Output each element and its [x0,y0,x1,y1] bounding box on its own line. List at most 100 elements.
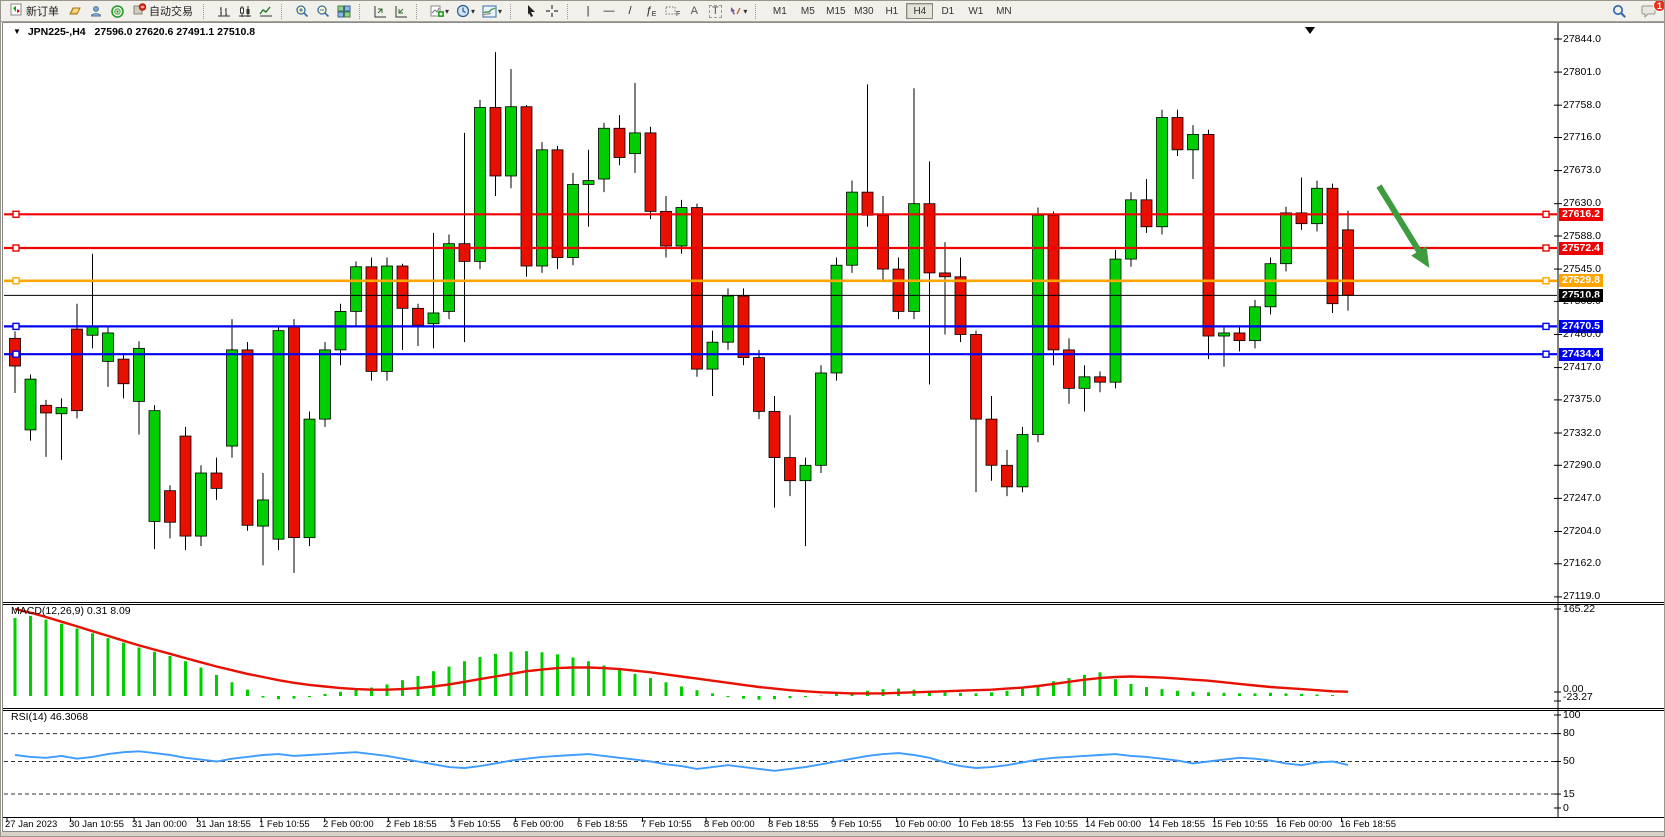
time-axis-label[interactable]: 27 Jan 2023 [5,819,57,830]
candle-bull[interactable] [816,373,827,465]
candle-bull[interactable] [1250,307,1261,341]
time-axis-label[interactable]: 31 Jan 00:00 [132,819,187,830]
candle-bear[interactable] [118,359,129,384]
candle-bull[interactable] [428,313,439,324]
candle-bear[interactable] [366,267,377,372]
candle-bull[interactable] [630,133,641,154]
candle-bull[interactable] [320,350,331,419]
candle-bull[interactable] [1017,435,1028,487]
candle-bear[interactable] [692,208,703,370]
candle-bear[interactable] [645,133,656,211]
time-axis-label[interactable]: 9 Feb 10:55 [831,819,882,830]
candle-bull[interactable] [25,379,36,430]
candle-bear[interactable] [754,358,765,412]
candle-bear[interactable] [1343,230,1354,295]
candle-bear[interactable] [940,273,951,277]
candle-bull[interactable] [599,128,610,179]
candle-bear[interactable] [1064,350,1075,388]
line-handle[interactable] [13,211,19,217]
line-handle[interactable] [13,245,19,251]
candle-bull[interactable] [351,267,362,312]
candle-bull[interactable] [1265,264,1276,307]
candle-bull[interactable] [1110,259,1121,382]
candle-bull[interactable] [1079,377,1090,389]
candle-bull[interactable] [56,408,67,414]
time-axis-label[interactable]: 16 Feb 00:00 [1276,819,1332,830]
price-tag-level[interactable]: 27434.4 [1559,348,1603,361]
time-axis-label[interactable]: 10 Feb 18:55 [958,819,1014,830]
candle-bear[interactable] [459,244,470,262]
candle-bear[interactable] [1234,333,1245,341]
candle-bull[interactable] [583,181,594,185]
candle-bear[interactable] [1002,465,1013,487]
candle-bear[interactable] [986,419,997,465]
candle-bear[interactable] [211,473,222,488]
candle-bull[interactable] [335,311,346,349]
candle-bull[interactable] [1312,188,1323,223]
candle-bull[interactable] [800,465,811,480]
candle-bear[interactable] [289,326,300,538]
candle-bear[interactable] [490,107,501,175]
candle-bull[interactable] [723,296,734,342]
candle-bear[interactable] [413,308,424,325]
time-axis-label[interactable]: 8 Feb 00:00 [704,819,755,830]
annotation-arrow[interactable] [1379,186,1422,256]
candle-bear[interactable] [41,405,52,413]
candle-bull[interactable] [707,342,718,369]
candle-bull[interactable] [475,107,486,261]
candle-bear[interactable] [1203,134,1214,336]
line-handle[interactable] [1543,278,1549,284]
line-handle[interactable] [1543,323,1549,329]
price-tag-level[interactable]: 27572.4 [1559,242,1603,255]
time-axis-label[interactable]: 6 Feb 00:00 [513,819,564,830]
candle-bear[interactable] [862,192,873,215]
time-axis-label[interactable]: 14 Feb 00:00 [1085,819,1141,830]
candle-bear[interactable] [1048,215,1059,350]
candle-bear[interactable] [893,269,904,311]
time-axis-label[interactable]: 2 Feb 00:00 [323,819,374,830]
candle-bear[interactable] [614,128,625,157]
candle-bear[interactable] [1327,188,1338,303]
time-axis-label[interactable]: 1 Feb 10:55 [259,819,310,830]
time-axis-label[interactable]: 30 Jan 10:55 [69,819,124,830]
time-axis-label[interactable]: 14 Feb 18:55 [1149,819,1205,830]
candle-bear[interactable] [785,458,796,481]
candle-bear[interactable] [242,350,253,525]
candle-bear[interactable] [165,491,176,523]
line-handle[interactable] [1543,245,1549,251]
candle-bull[interactable] [444,244,455,312]
candle-bear[interactable] [661,211,672,246]
time-axis-label[interactable]: 15 Feb 10:55 [1212,819,1268,830]
candle-bull[interactable] [258,500,269,526]
candlestick-chart[interactable] [1,1,1665,837]
candle-bull[interactable] [149,411,160,522]
line-handle[interactable] [13,351,19,357]
candle-bear[interactable] [1095,377,1106,382]
candle-bear[interactable] [971,334,982,419]
candle-bear[interactable] [397,266,408,308]
candle-bull[interactable] [196,473,207,536]
candle-bull[interactable] [1281,213,1292,264]
candle-bull[interactable] [273,331,284,540]
time-axis-label[interactable]: 13 Feb 10:55 [1022,819,1078,830]
candle-bear[interactable] [1172,117,1183,149]
line-handle[interactable] [13,278,19,284]
candle-bull[interactable] [847,192,858,265]
candle-bull[interactable] [1157,117,1168,226]
candle-bear[interactable] [72,329,83,411]
line-handle[interactable] [1543,351,1549,357]
candle-bull[interactable] [1188,134,1199,149]
candle-bear[interactable] [552,150,563,258]
time-axis-label[interactable]: 10 Feb 00:00 [895,819,951,830]
candle-bull[interactable] [227,350,238,446]
candle-bull[interactable] [1126,200,1137,259]
candle-bear[interactable] [769,411,780,457]
candle-bear[interactable] [180,436,191,536]
candle-bull[interactable] [304,419,315,538]
candle-bull[interactable] [1219,333,1230,336]
price-tag-level[interactable]: 27529.8 [1559,274,1603,287]
line-handle[interactable] [1543,211,1549,217]
symbol-dropdown-icon[interactable]: ▼ [13,27,21,36]
candle-bear[interactable] [521,107,532,266]
time-axis-label[interactable]: 16 Feb 18:55 [1340,819,1396,830]
